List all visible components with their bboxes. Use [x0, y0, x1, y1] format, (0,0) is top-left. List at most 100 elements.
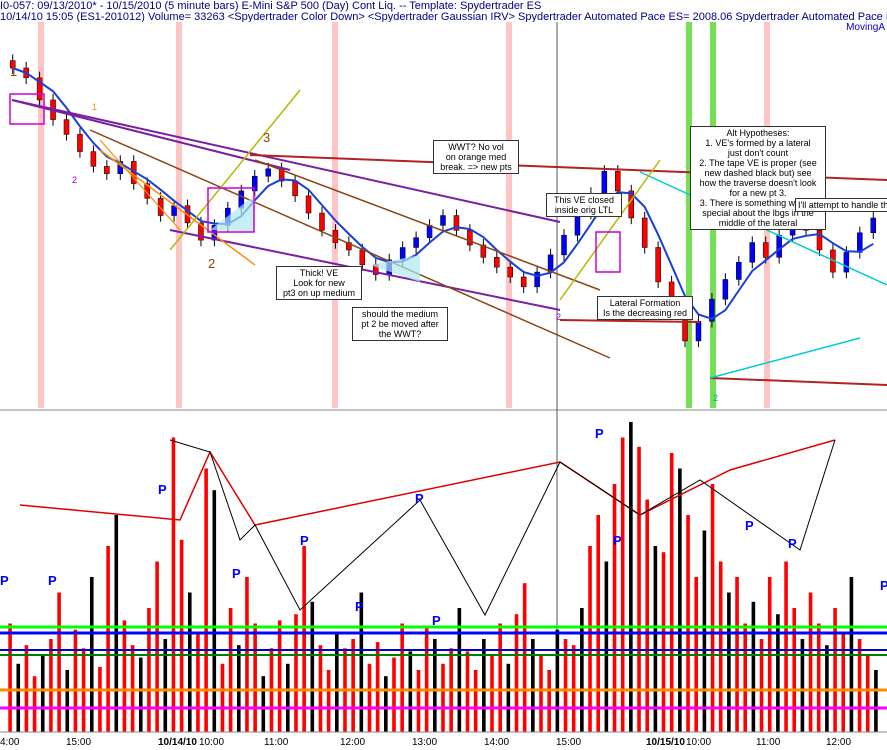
candle-body [440, 215, 446, 226]
volume-bar [187, 592, 192, 732]
trendline [11, 99, 291, 171]
session-bands [38, 22, 770, 408]
annotation-ve-closed: This VE closed inside orig LTL [546, 193, 622, 217]
time-axis-tick-label: 4:00 [0, 737, 20, 748]
candle-body [399, 247, 406, 261]
candle-body [265, 168, 271, 177]
volume-bar [506, 663, 511, 732]
candle-body [736, 262, 742, 280]
volume-bar [841, 632, 846, 732]
candle-body [520, 276, 527, 288]
candle-body [615, 171, 621, 192]
volume-bar [16, 663, 21, 732]
volume-bar [8, 623, 12, 732]
volume-p-marker: P [300, 533, 309, 548]
trendline [169, 229, 561, 311]
volume-bar [727, 592, 731, 732]
annotation-alt-hypotheses: Alt Hypotheses: 1. VE's formed by a late… [690, 126, 826, 230]
annotation-thick-ve: Thick! VE Look for new pt3 on up medium [276, 266, 362, 300]
volume-bar [555, 629, 560, 732]
point-label: 2 [556, 312, 561, 322]
volume-p-marker: P [880, 578, 887, 593]
trendline [89, 129, 611, 359]
price-volume-chart[interactable]: 11223222 PPPPPPPPPPPPP 4:0015:0010/14/10… [0, 0, 887, 750]
time-axis-tick-label: 10:00 [686, 737, 711, 748]
candle-body [547, 254, 554, 273]
volume-bar [743, 623, 748, 732]
volume-bar [465, 651, 470, 732]
time-axis-tick-label: 10/14/10 [158, 737, 197, 748]
volume-p-marker: P [745, 518, 754, 533]
volume-bar [351, 639, 355, 732]
candle-body [292, 180, 298, 197]
trendline [99, 139, 181, 231]
time-axis-tick-label: 11:00 [756, 737, 781, 748]
time-axis-tick-label: 11:00 [264, 737, 289, 748]
candle-body [762, 242, 769, 258]
annotation-medium-pt2: should the medium pt 2 be moved after th… [352, 307, 448, 341]
volume-bar [531, 639, 535, 732]
volume-p-marker: P [613, 533, 622, 548]
volume-bar [759, 639, 764, 732]
volume-bar [604, 561, 609, 732]
volume-bar [490, 654, 494, 732]
candle-body [857, 232, 863, 253]
session-band-red [506, 22, 512, 408]
volume-bar [408, 651, 413, 732]
candle-body [319, 212, 325, 231]
candle-body [722, 279, 729, 300]
volume-bar [286, 663, 290, 732]
highlight-triangle [210, 195, 255, 232]
candle-body [561, 234, 567, 256]
candle-body [776, 234, 782, 258]
highlight-box [595, 231, 621, 273]
volume-bar [98, 666, 102, 732]
candle-body [413, 237, 419, 248]
trendline [709, 377, 887, 386]
candle-body [507, 266, 513, 278]
time-axis-tick-label: 13:00 [412, 737, 437, 748]
candle-body [749, 242, 756, 263]
candle-body [467, 230, 473, 246]
volume-bar [596, 515, 600, 732]
trendline [709, 337, 861, 379]
volume-bar [171, 437, 176, 732]
volume-bar [204, 468, 208, 732]
candle-body [359, 249, 366, 265]
volume-p-marker: P [0, 573, 9, 588]
volume-bar [220, 663, 225, 732]
candle-body [90, 151, 97, 167]
volume-bar [392, 657, 396, 732]
volume-p-marker: P [355, 599, 364, 614]
volume-bar [32, 676, 37, 732]
volume-bar [326, 670, 331, 732]
candle-body [494, 257, 500, 268]
volume-p-marker: P [432, 613, 441, 628]
point-label: 2 [713, 393, 718, 403]
volume-p-marker: P [232, 566, 241, 581]
volume-bar [473, 670, 478, 732]
volume-bar [588, 546, 592, 732]
volume-p-marker: P [788, 536, 797, 551]
volume-bar [800, 639, 805, 732]
volume-p-marker: P [415, 491, 424, 506]
volume-bar [522, 583, 527, 732]
session-band-red [176, 22, 182, 408]
volume-bar [865, 654, 870, 732]
point-label: 1 [92, 102, 97, 112]
volume-p-marker: P [595, 426, 604, 441]
volume-bar [629, 422, 633, 732]
volume-bar [179, 539, 184, 732]
volume-bar [678, 468, 682, 732]
point-label: 3 [263, 130, 270, 145]
time-axis: 4:00 15:00 10/14/10 10:00 11:00 12:00 13:00 14:… [0, 731, 887, 748]
annotation-handle: I'll attempt to handle this [795, 198, 887, 212]
point-label: 1 [10, 64, 17, 79]
volume-bar [539, 654, 543, 732]
time-axis-tick-label: 10/15/10 [646, 737, 685, 748]
candle-body [655, 247, 661, 283]
volume-bar [424, 626, 429, 732]
volume-bar [384, 676, 388, 732]
time-axis-tick-label: 14:00 [484, 737, 509, 748]
volume-bar [106, 546, 110, 732]
